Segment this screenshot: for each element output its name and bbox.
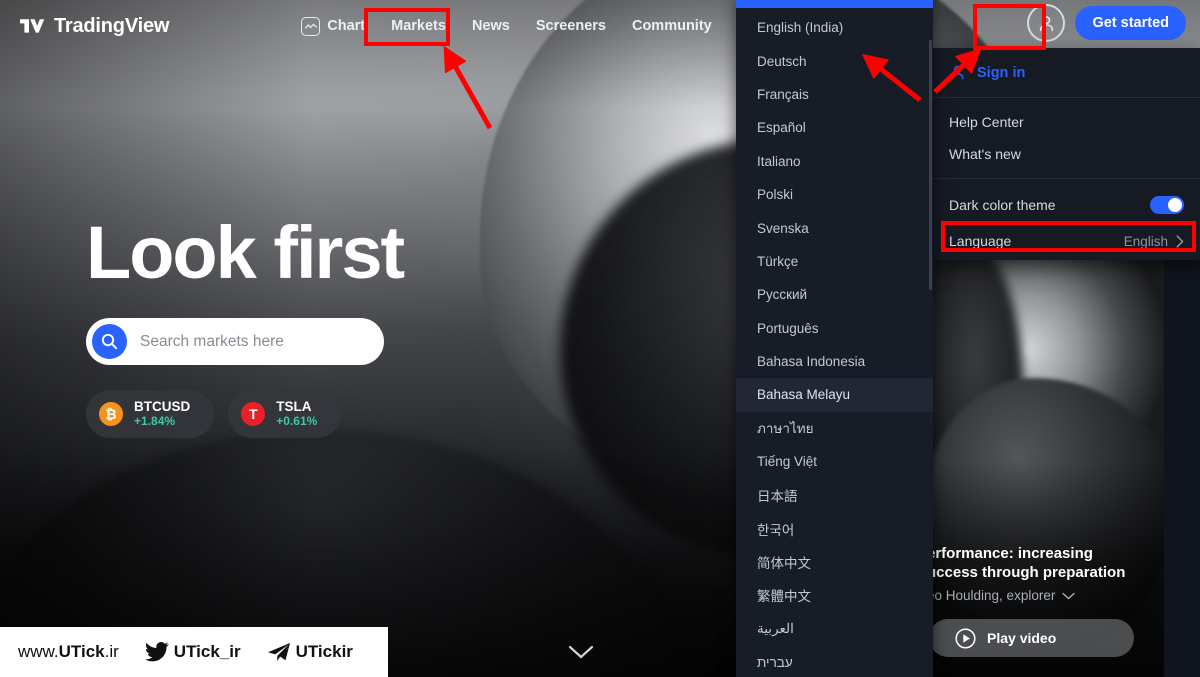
watermark-site-prefix: www. <box>18 642 59 661</box>
play-circle-icon <box>955 627 976 649</box>
nav-item-chart[interactable]: Chart <box>289 10 377 43</box>
watermark-site-name: UTick <box>58 642 105 661</box>
play-video-label: Play video <box>987 630 1057 646</box>
watermark-telegram-handle: UTickir <box>295 642 353 661</box>
page-title: Look first <box>86 211 405 294</box>
language-option[interactable]: Français <box>736 78 933 111</box>
language-option[interactable]: Español <box>736 111 933 144</box>
language-label: Language <box>949 233 1012 249</box>
language-value-group: English <box>1124 234 1184 249</box>
language-option[interactable]: Bahasa Melayu <box>736 378 933 412</box>
watermark-site-tld: .ir <box>104 642 119 661</box>
watermark-twitter-handle: UTick_ir <box>173 642 241 661</box>
twitter-bird-icon <box>144 642 169 662</box>
dark-theme-label: Dark color theme <box>949 197 1056 213</box>
video-card-gradient <box>933 258 1164 677</box>
search-input[interactable]: Search markets here <box>86 318 384 365</box>
brand-name: TradingView <box>54 14 170 37</box>
menu-item-whats-new[interactable]: What's new <box>933 138 1200 170</box>
language-option[interactable]: 简体中文 <box>736 545 933 578</box>
menu-item-help-center[interactable]: Help Center <box>933 106 1200 138</box>
ticker-change: +1.84% <box>134 414 176 429</box>
watermark-bar: www.UTick.ir UTick_ir UTickir <box>0 627 388 677</box>
nav-right-actions: Get started <box>1027 4 1186 42</box>
nav-item-markets[interactable]: Markets <box>379 11 458 41</box>
language-list-scrollbar[interactable] <box>929 40 932 290</box>
language-selected-indicator-bar <box>736 0 933 8</box>
language-option[interactable]: Türkçe <box>736 245 933 278</box>
ticker-symbol: TSLA <box>276 398 312 414</box>
user-avatar-icon <box>1039 15 1054 31</box>
language-option[interactable]: ภาษาไทย <box>736 412 933 445</box>
language-row[interactable]: Language English <box>933 223 1200 259</box>
top-navigation-bar: TradingView Chart Markets News Screeners… <box>0 0 1200 52</box>
chart-candles-icon <box>301 16 321 36</box>
language-option[interactable]: Italiano <box>736 145 933 178</box>
menu-item-label: Help Center <box>949 114 1024 130</box>
chevron-right-icon <box>1176 234 1184 248</box>
language-option[interactable]: Tiếng Việt <box>736 445 933 478</box>
language-dropdown-panel: English (India) Deutsch Français Español Ita… <box>736 0 933 677</box>
nav-item-news[interactable]: News <box>460 11 522 41</box>
language-value: English <box>1123 233 1168 249</box>
dark-theme-row[interactable]: Dark color theme <box>933 187 1200 223</box>
language-option[interactable]: Русский <box>736 278 933 311</box>
search-icon[interactable] <box>92 324 127 359</box>
video-card[interactable]: erformance: increasing uccess through pr… <box>933 258 1164 677</box>
language-option[interactable]: 繁體中文 <box>736 579 933 612</box>
watermark-twitter: UTick_ir <box>144 642 241 662</box>
ticker-card-list: ₿ BTCUSD +1.84% T TSLA +0.61% <box>86 390 342 438</box>
ticker-card-btcusd[interactable]: ₿ BTCUSD +1.84% <box>86 390 215 438</box>
nav-item-screeners[interactable]: Screeners <box>524 11 618 41</box>
search-magnifier-icon <box>101 333 118 350</box>
menu-item-label: What's new <box>949 146 1021 162</box>
video-author: eo Houlding, explorer <box>933 588 1156 603</box>
user-icon <box>951 65 964 80</box>
nav-item-label: Chart <box>327 18 366 34</box>
dark-theme-toggle[interactable] <box>1150 196 1184 214</box>
language-option[interactable]: Svenska <box>736 211 933 244</box>
language-option[interactable]: Português <box>736 312 933 345</box>
language-option[interactable]: العربية <box>736 612 933 645</box>
sign-in-label: Sign in <box>977 64 1026 81</box>
chevron-down-icon <box>1062 592 1076 599</box>
avatar-button[interactable] <box>1027 4 1066 42</box>
user-menu-panel: Sign in Help Center What's new Dark colo… <box>933 48 1200 260</box>
ticker-symbol: BTCUSD <box>134 398 191 414</box>
right-page-strip <box>1164 258 1200 677</box>
video-title-line-2: uccess through preparation <box>933 563 1126 581</box>
screenshot-root: erformance: increasing uccess through pr… <box>0 0 1200 677</box>
language-option[interactable]: עברית <box>736 645 933 677</box>
scroll-down-chevron-icon[interactable] <box>568 645 594 659</box>
ticker-card-tsla[interactable]: T TSLA +0.61% <box>228 390 342 438</box>
btc-logo-icon: ₿ <box>99 402 123 426</box>
sign-in-row[interactable]: Sign in <box>933 48 1200 98</box>
search-placeholder: Search markets here <box>140 332 284 350</box>
watermark-site: www.UTick.ir <box>18 642 119 662</box>
video-author-name: eo Houlding, explorer <box>933 588 1056 603</box>
tradingview-logo-icon <box>20 19 45 33</box>
watermark-telegram: UTickir <box>267 642 353 662</box>
nav-item-community[interactable]: Community <box>620 11 724 41</box>
get-started-button[interactable]: Get started <box>1075 6 1186 40</box>
language-option[interactable]: Deutsch <box>736 44 933 77</box>
tesla-logo-glyph: T <box>248 406 258 422</box>
play-video-button[interactable]: Play video <box>933 619 1134 657</box>
video-card-text: erformance: increasing uccess through pr… <box>933 544 1164 603</box>
telegram-plane-icon <box>267 643 290 661</box>
btc-logo-glyph: ₿ <box>105 406 117 422</box>
language-option[interactable]: Polski <box>736 178 933 211</box>
language-option[interactable]: 한국어 <box>736 512 933 545</box>
video-title-line-1: erformance: increasing <box>933 544 1093 562</box>
nav-links: Chart Markets News Screeners Community <box>289 10 723 43</box>
language-option-list: English (India) Deutsch Français Español Ita… <box>736 8 933 677</box>
tesla-logo-icon: T <box>241 402 266 426</box>
ticker-change: +0.61% <box>276 414 318 429</box>
brand-logo[interactable]: TradingView <box>20 15 169 38</box>
language-option[interactable]: Bahasa Indonesia <box>736 345 933 378</box>
user-menu-links: Help Center What's new <box>933 98 1200 179</box>
language-option[interactable]: English (India) <box>736 11 933 44</box>
user-menu-settings: Dark color theme Language English <box>933 179 1200 267</box>
language-option[interactable]: 日本語 <box>736 478 933 511</box>
